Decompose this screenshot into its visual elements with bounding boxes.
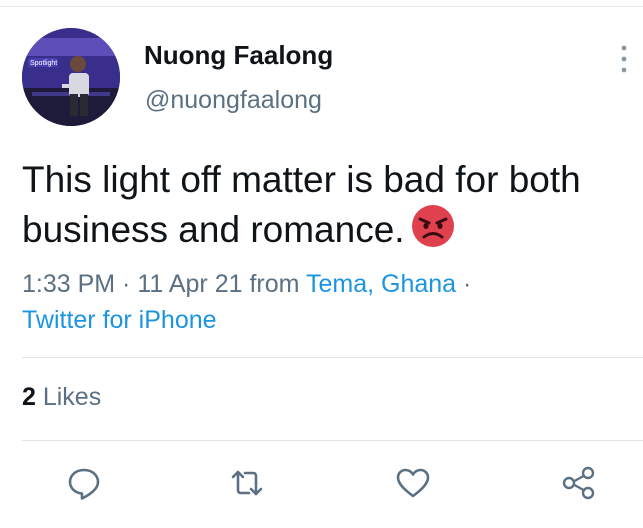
likes-count: 2 bbox=[22, 383, 36, 411]
tweet-text: This light off matter is bad for both bu… bbox=[22, 159, 581, 250]
likes-label: Likes bbox=[35, 383, 102, 411]
reply-icon bbox=[68, 468, 100, 500]
tweet-time[interactable]: 1:33 PM bbox=[22, 270, 115, 298]
tweet-date[interactable]: 11 Apr 21 bbox=[137, 270, 242, 298]
retweet-icon bbox=[231, 470, 263, 496]
top-divider bbox=[0, 6, 643, 7]
angry-face-icon bbox=[411, 205, 454, 247]
like-button[interactable] bbox=[393, 463, 433, 503]
reply-button[interactable] bbox=[64, 463, 104, 503]
meta-separator: · bbox=[456, 270, 472, 298]
avatar[interactable]: Spotlight bbox=[22, 28, 120, 126]
tweet-client-link[interactable]: Twitter for iPhone bbox=[22, 306, 217, 334]
author-display-name[interactable]: Nuong Faalong bbox=[144, 40, 333, 71]
meta-from: from bbox=[242, 270, 306, 298]
share-button[interactable] bbox=[559, 463, 599, 503]
retweet-button[interactable] bbox=[227, 463, 267, 503]
more-options-icon[interactable] bbox=[612, 42, 636, 76]
tweet-body: This light off matter is bad for both bu… bbox=[22, 156, 622, 254]
meta-separator: · bbox=[115, 270, 138, 298]
divider bbox=[22, 440, 643, 441]
like-heart-icon bbox=[396, 468, 430, 498]
avatar-caption: Spotlight bbox=[30, 60, 57, 67]
author-handle[interactable]: @nuongfaalong bbox=[145, 86, 322, 115]
share-icon bbox=[562, 466, 595, 500]
tweet-meta: 1:33 PM · 11 Apr 21 from Tema, Ghana · Tw… bbox=[22, 266, 622, 338]
tweet-location-link[interactable]: Tema, Ghana bbox=[306, 270, 456, 298]
divider bbox=[22, 357, 643, 358]
avatar-image: Spotlight bbox=[22, 28, 120, 126]
likes-stat[interactable]: 2 Likes bbox=[22, 383, 101, 412]
